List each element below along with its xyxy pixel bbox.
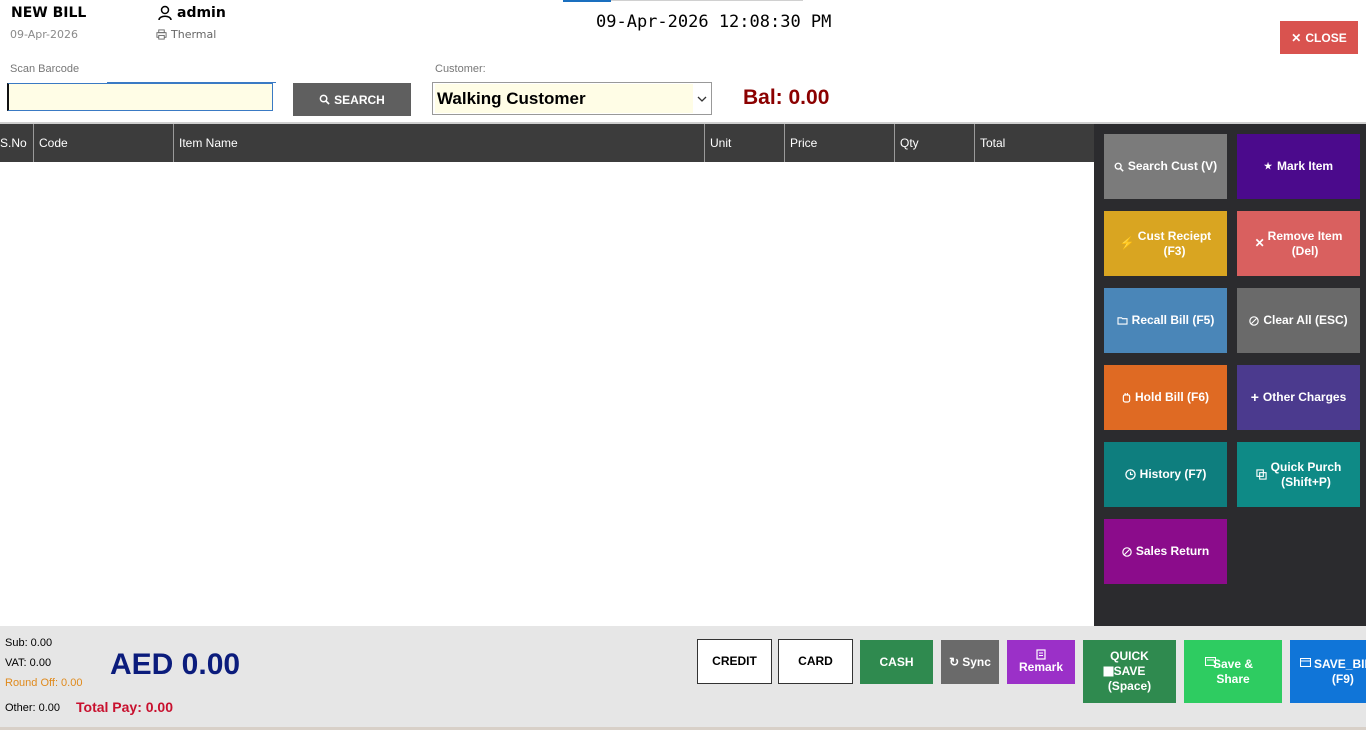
items-table-body[interactable] [0, 162, 1094, 626]
close-icon: ✕ [1254, 236, 1265, 250]
sales-return-button[interactable]: Sales Return [1104, 519, 1227, 584]
user-info: admin [157, 5, 226, 21]
save-icon [1103, 651, 1114, 692]
customer-label: Customer: [435, 63, 486, 75]
col-code: Code [34, 124, 174, 162]
recall-bill-label: Recall Bill (F5) [1131, 313, 1215, 327]
plus-icon: + [1250, 389, 1259, 405]
col-unit: Unit [705, 124, 785, 162]
col-price: Price [785, 124, 895, 162]
close-label: CLOSE [1305, 30, 1347, 45]
barcode-input[interactable] [7, 83, 273, 111]
quick-save-label: QUICK SAVE (Space) [1107, 649, 1152, 693]
search-icon [1114, 147, 1124, 187]
tab-strip [611, 0, 803, 1]
history-label: History (F7) [1139, 467, 1207, 481]
cust-receipt-label: Cust Reciept (F3) [1137, 228, 1212, 258]
other-total: Other: 0.00 [5, 702, 61, 714]
search-label: SEARCH [334, 92, 385, 107]
printer-name: Thermal [171, 28, 217, 41]
hand-icon [1122, 377, 1131, 418]
share-icon [1205, 657, 1216, 666]
card-button[interactable]: CARD [778, 639, 853, 684]
cust-receipt-button[interactable]: ⚡ Cust Reciept (F3) [1104, 211, 1227, 276]
other-charges-button[interactable]: + Other Charges [1237, 365, 1360, 430]
refresh-icon: ↻ [949, 654, 960, 669]
col-total: Total [980, 136, 1006, 150]
save-share-button[interactable]: Save & Share [1184, 640, 1282, 703]
user-name: admin [177, 5, 226, 21]
search-cust-label: Search Cust (V) [1127, 159, 1218, 173]
mark-item-button[interactable]: ★ Mark Item [1237, 134, 1360, 199]
copy-icon [1256, 454, 1267, 495]
clear-all-button[interactable]: Clear All (ESC) [1237, 288, 1360, 353]
total-pay: Total Pay: 0.00 [76, 699, 174, 715]
search-button[interactable]: SEARCH [293, 83, 411, 116]
scan-barcode-label: Scan Barcode [10, 63, 80, 75]
vat-total: VAT: 0.00 [5, 657, 52, 669]
sync-button[interactable]: ↻ Sync [941, 640, 999, 684]
items-table-header: S.No Code Item Name Unit Price Qty Total [0, 124, 1094, 162]
close-icon: ✕ [1291, 30, 1302, 45]
user-icon [157, 5, 173, 21]
sync-label: Sync [962, 654, 991, 669]
subtotal: Sub: 0.00 [5, 637, 53, 649]
hold-bill-label: Hold Bill (F6) [1135, 390, 1209, 404]
clock: 09-Apr-2026 12:08:30 PM [596, 12, 832, 32]
cash-button[interactable]: CASH [860, 640, 933, 684]
printer-info: Thermal [156, 28, 216, 41]
note-icon [1036, 649, 1046, 660]
hold-bill-button[interactable]: Hold Bill (F6) [1104, 365, 1227, 430]
history-button[interactable]: History (F7) [1104, 442, 1227, 507]
search-cust-button[interactable]: Search Cust (V) [1104, 134, 1227, 199]
customer-selected: Walking Customer [435, 84, 693, 113]
quick-save-button[interactable]: QUICK SAVE (Space) [1083, 640, 1176, 703]
save-bill-button[interactable]: SAVE_BIL (F9) [1290, 640, 1366, 703]
bill-date: 09-Apr-2026 [10, 28, 79, 41]
bolt-icon: ⚡ [1119, 236, 1135, 250]
save-share-label: Save & Share [1212, 656, 1254, 686]
clock-icon [1124, 454, 1136, 495]
chevron-down-icon[interactable] [693, 96, 711, 102]
col-item-name: Item Name [174, 124, 705, 162]
other-charges-label: Other Charges [1262, 390, 1347, 404]
clear-icon [1249, 301, 1260, 341]
search-icon [319, 94, 330, 105]
remove-item-button[interactable]: ✕ Remove Item (Del) [1237, 211, 1360, 276]
round-off: Round Off: 0.00 [5, 677, 83, 689]
credit-button[interactable]: CREDIT [697, 639, 772, 684]
remove-item-label: Remove Item (Del) [1267, 228, 1343, 258]
quick-purchase-button[interactable]: Quick Purch (Shift+P) [1237, 442, 1360, 507]
quick-purchase-label: Quick Purch (Shift+P) [1270, 459, 1342, 489]
grand-total: AED 0.00 [110, 648, 241, 681]
close-button[interactable]: ✕ CLOSE [1280, 21, 1358, 54]
clear-all-label: Clear All (ESC) [1263, 313, 1348, 327]
action-panel: Search Cust (V) ★ Mark Item ⚡ Cust Recie… [1094, 124, 1366, 626]
remark-button[interactable]: Remark [1007, 640, 1075, 684]
page-title: NEW BILL [11, 5, 87, 21]
sales-return-label: Sales Return [1135, 544, 1210, 558]
folder-icon [1117, 301, 1128, 340]
remark-label: Remark [1018, 660, 1064, 674]
star-icon: ★ [1263, 161, 1273, 171]
card-icon [1300, 658, 1311, 667]
return-icon [1122, 532, 1132, 572]
customer-balance: Bal: 0.00 [743, 86, 830, 109]
col-sno: S.No [0, 124, 34, 162]
active-tab-indicator [563, 0, 611, 2]
col-qty: Qty [895, 124, 975, 162]
printer-icon [156, 29, 167, 40]
mark-item-label: Mark Item [1277, 159, 1334, 173]
recall-bill-button[interactable]: Recall Bill (F5) [1104, 288, 1227, 353]
customer-select[interactable]: Walking Customer [432, 82, 712, 115]
